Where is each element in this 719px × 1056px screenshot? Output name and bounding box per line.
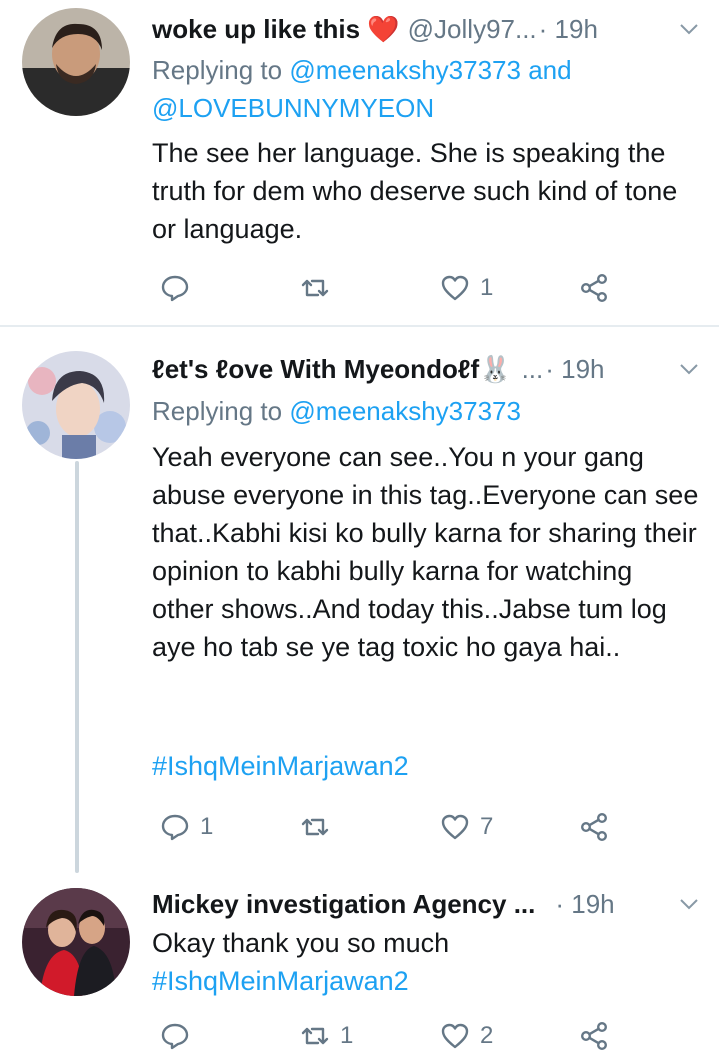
retweet-count: 1	[340, 1022, 354, 1049]
share-icon	[581, 274, 608, 303]
reply-icon	[161, 814, 189, 841]
display-name[interactable]: ℓet's ℓove With Myeondoℓf🐰	[152, 354, 512, 385]
reply-button[interactable]: 1	[160, 807, 213, 847]
retweet-button[interactable]	[300, 268, 340, 308]
share-icon	[581, 813, 608, 842]
like-button[interactable]: 2	[440, 1016, 493, 1056]
tweet-text: Okay thank you so much	[152, 928, 450, 958]
heart-icon	[441, 275, 469, 301]
tweet-text: Yeah everyone can see..You n your gang a…	[152, 442, 699, 662]
user-handle[interactable]: ...	[522, 354, 544, 385]
tweet-actions: 1 2	[152, 1016, 622, 1056]
share-button[interactable]	[580, 268, 610, 308]
chevron-down-icon[interactable]	[679, 897, 699, 911]
user-handle[interactable]: @Jolly97...	[408, 14, 537, 45]
hashtag-link[interactable]: #IshqMeinMarjawan2	[152, 962, 699, 1000]
heart-icon	[441, 814, 469, 840]
reply-button[interactable]	[160, 268, 200, 308]
replying-to: Replying to @meenakshy37373	[152, 392, 521, 430]
replying-prefix: Replying to	[152, 396, 290, 426]
retweet-button[interactable]: 1	[300, 1016, 353, 1056]
mention-link[interactable]: @meenakshy37373	[289, 396, 521, 426]
tweet-3[interactable]: Mickey investigation Agency ... · 19h Ok…	[0, 870, 719, 1056]
like-button[interactable]: 7	[440, 807, 493, 847]
tweet-1[interactable]: woke up like this ❤️ @Jolly97... · 19h R…	[0, 0, 719, 326]
reply-icon	[161, 275, 189, 302]
timestamp: · 19h	[538, 13, 598, 44]
tweet-text: The see her language. She is speaking th…	[152, 138, 678, 244]
thread-line	[75, 461, 79, 873]
share-button[interactable]	[580, 807, 610, 847]
like-count: 2	[480, 1022, 494, 1049]
retweet-icon	[301, 1027, 329, 1045]
display-name[interactable]: Mickey investigation Agency ...	[152, 889, 535, 920]
display-name[interactable]: woke up like this ❤️	[152, 14, 400, 45]
avatar[interactable]	[22, 888, 130, 996]
tweet-2[interactable]: ℓet's ℓove With Myeondoℓf🐰 ... · 19h Rep…	[0, 327, 719, 873]
share-button[interactable]	[580, 1016, 610, 1056]
retweet-icon	[301, 279, 329, 297]
mention-link[interactable]: @LOVEBUNNYMYEON	[152, 93, 434, 123]
avatar[interactable]	[22, 8, 130, 116]
reply-count: 1	[200, 813, 214, 840]
share-icon	[581, 1022, 608, 1051]
tweet-actions: 1	[152, 268, 622, 308]
like-count: 1	[480, 274, 494, 301]
timestamp: · 19h	[545, 353, 605, 384]
retweet-icon	[301, 818, 329, 836]
avatar[interactable]	[22, 351, 130, 459]
chevron-down-icon[interactable]	[679, 362, 699, 376]
retweet-button[interactable]	[300, 807, 340, 847]
reply-icon	[161, 1023, 189, 1050]
replying-prefix: Replying to	[152, 55, 290, 85]
mention-link[interactable]: @meenakshy37373 and	[289, 55, 571, 85]
like-button[interactable]: 1	[440, 268, 493, 308]
timestamp: · 19h	[555, 888, 615, 919]
chevron-down-icon[interactable]	[679, 22, 699, 36]
replying-to: Replying to @meenakshy37373 and @LOVEBUN…	[152, 51, 572, 127]
heart-icon	[441, 1023, 469, 1049]
like-count: 7	[480, 813, 494, 840]
tweet-actions: 1 7	[152, 807, 622, 847]
reply-button[interactable]	[160, 1016, 200, 1056]
hashtag-link[interactable]: #IshqMeinMarjawan2	[152, 747, 699, 785]
